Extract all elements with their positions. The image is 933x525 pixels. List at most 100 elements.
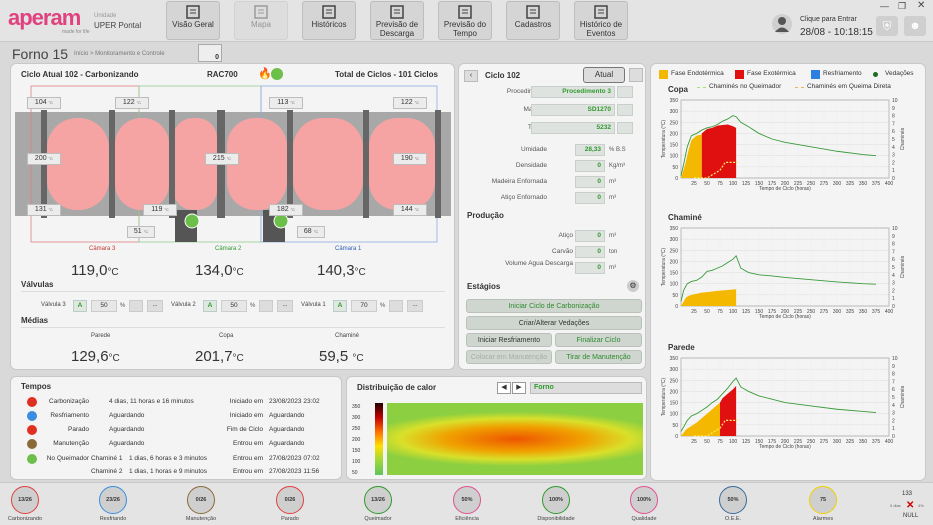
chamber-1-temp: 140,3°C [317, 262, 366, 279]
valve-toggle[interactable] [389, 300, 403, 312]
start-cooling-button[interactable]: Iniciar Resfriamento [466, 333, 552, 347]
minimize-icon[interactable]: — [880, 1, 889, 11]
valve-value[interactable]: 70 [351, 300, 377, 312]
login-label[interactable]: Clique para Entrar [800, 16, 857, 23]
remove-maintenance-button[interactable]: Tirar de Manutenção [555, 350, 642, 364]
prev-cycle-button[interactable]: ‹ [464, 70, 478, 82]
valve-toggle[interactable] [259, 300, 273, 312]
kpi-9[interactable]: 75 [809, 486, 837, 514]
nav-button-2[interactable]: Históricos [302, 1, 356, 40]
times-panel: Tempos Carbonização 4 dias, 11 horas e 16… [10, 376, 342, 480]
nav-button-5[interactable]: Cadastros [506, 1, 560, 40]
x-tick-label: 400 [885, 309, 894, 315]
x-tick-label: 50 [704, 439, 710, 445]
kpi-7[interactable]: 100% [630, 486, 658, 514]
scale-tick: 200 [352, 437, 361, 443]
valve-mode[interactable]: A [73, 300, 87, 312]
kpi-0[interactable]: 13/26 [11, 486, 39, 514]
x-tick-label: 75 [717, 309, 723, 315]
field-value[interactable]: 0 [575, 192, 605, 204]
chart-title: Parede [668, 343, 695, 352]
field-value[interactable]: 0 [575, 160, 605, 172]
time-label: Carbonização [48, 398, 89, 405]
valve-toggle[interactable] [129, 300, 143, 312]
shield-icon[interactable]: ⛨ [876, 16, 898, 36]
user-icon[interactable] [772, 14, 792, 34]
kpi-4[interactable]: 13/26 [364, 486, 392, 514]
grid-icon [185, 4, 201, 20]
valve-label: Válvula 2 [171, 302, 196, 308]
kpi-3[interactable]: 0/26 [276, 486, 304, 514]
scale-tick: 150 [352, 448, 361, 454]
y-tick-label: 250 [670, 378, 679, 384]
y2-tick-label: 5 [892, 395, 895, 401]
production-value[interactable]: 0 [575, 262, 605, 274]
error-x-icon: ✕ [906, 500, 915, 511]
y2-tick-label: 7 [892, 249, 895, 255]
flame-icon [27, 397, 37, 407]
burner-icon [27, 454, 37, 464]
time-value: Aguardando [109, 426, 145, 433]
time-key: Iniciado em [229, 412, 263, 419]
next-cycle-button[interactable] [629, 68, 643, 82]
production-unit: m³ [609, 233, 616, 239]
nav-button-1[interactable]: Mapa [234, 1, 288, 40]
users-icon[interactable]: ☻ [904, 16, 926, 36]
close-icon[interactable]: ✕ [917, 0, 925, 11]
field-picker-button[interactable] [617, 104, 633, 116]
valve-mode[interactable]: A [203, 300, 217, 312]
field-value[interactable]: 0 [575, 176, 605, 188]
nav-button-3[interactable]: Previsão de Descarga [370, 1, 424, 40]
field-value[interactable]: Procedimento 3 [531, 86, 615, 98]
heat-prev-button[interactable]: ◀ [497, 382, 511, 394]
start-carbonization-button[interactable]: Iniciar Ciclo de Carbonização [466, 299, 642, 313]
field-picker-button[interactable] [617, 86, 633, 98]
field-value[interactable]: 28,33 [575, 144, 605, 156]
x-tick-label: 275 [820, 309, 829, 315]
nav-button-4[interactable]: Previsão do Tempo [438, 1, 492, 40]
field-value[interactable]: SD1270 [531, 104, 615, 116]
valve-more-button[interactable]: ... [277, 300, 293, 312]
alarm-status-icon[interactable]: 0 [198, 44, 222, 62]
kpi-8[interactable]: 50% [719, 486, 747, 514]
kpi-2[interactable]: 0/26 [187, 486, 215, 514]
put-maintenance-button[interactable]: Colocar em Manutenção [466, 350, 552, 364]
kpi-1[interactable]: 23/26 [99, 486, 127, 514]
nav-button-6[interactable]: Histórico de Eventos [574, 1, 628, 40]
x-tick-label: 100 [729, 439, 738, 445]
y2-tick-label: 7 [892, 121, 895, 127]
kpi-label: Parado [281, 516, 299, 522]
burner-chimney-label: Chaminé 2 [91, 468, 123, 475]
kpi-5[interactable]: 50% [453, 486, 481, 514]
burner-key: Entrou em [233, 468, 263, 475]
valve-more-button[interactable]: ... [407, 300, 423, 312]
nav-button-0[interactable]: Visão Geral [166, 1, 220, 40]
production-value[interactable]: 0 [575, 230, 605, 242]
valve-mode[interactable]: A [333, 300, 347, 312]
kpi-6[interactable]: 100% [542, 486, 570, 514]
settings-gear-icon[interactable]: ⚙ [627, 280, 639, 292]
breadcrumb[interactable]: Início > Monitoramento e Controle [74, 51, 165, 57]
valve-more-button[interactable]: ... [147, 300, 163, 312]
x-tick-label: 350 [859, 181, 868, 187]
burner-label: No Queimador [46, 455, 89, 462]
chimney-1-burner-icon [184, 213, 200, 229]
valve-value[interactable]: 50 [91, 300, 117, 312]
y-tick-label: 350 [670, 98, 679, 104]
production-value[interactable]: 0 [575, 246, 605, 258]
current-cycle-button[interactable]: Atual [583, 67, 625, 83]
field-value[interactable]: 5232 [531, 122, 615, 134]
chart-1: Chaminé050100150200250300350012345678910… [661, 213, 906, 320]
seal-button[interactable]: Criar/Alterar Vedações [466, 316, 642, 330]
heat-next-button[interactable]: ▶ [512, 382, 526, 394]
burner-key: Entrou em [233, 455, 263, 462]
heat-selector[interactable]: Forno [530, 382, 642, 394]
restore-icon[interactable]: ❐ [898, 1, 906, 12]
finish-cycle-button[interactable]: Finalizar Ciclo [555, 333, 642, 347]
valve-value[interactable]: 50 [221, 300, 247, 312]
y-tick-label: 150 [670, 271, 679, 277]
x-tick-label: 325 [846, 181, 855, 187]
y2-tick-label: 9 [892, 234, 895, 240]
divider [21, 327, 445, 328]
field-picker-button[interactable] [617, 122, 633, 134]
